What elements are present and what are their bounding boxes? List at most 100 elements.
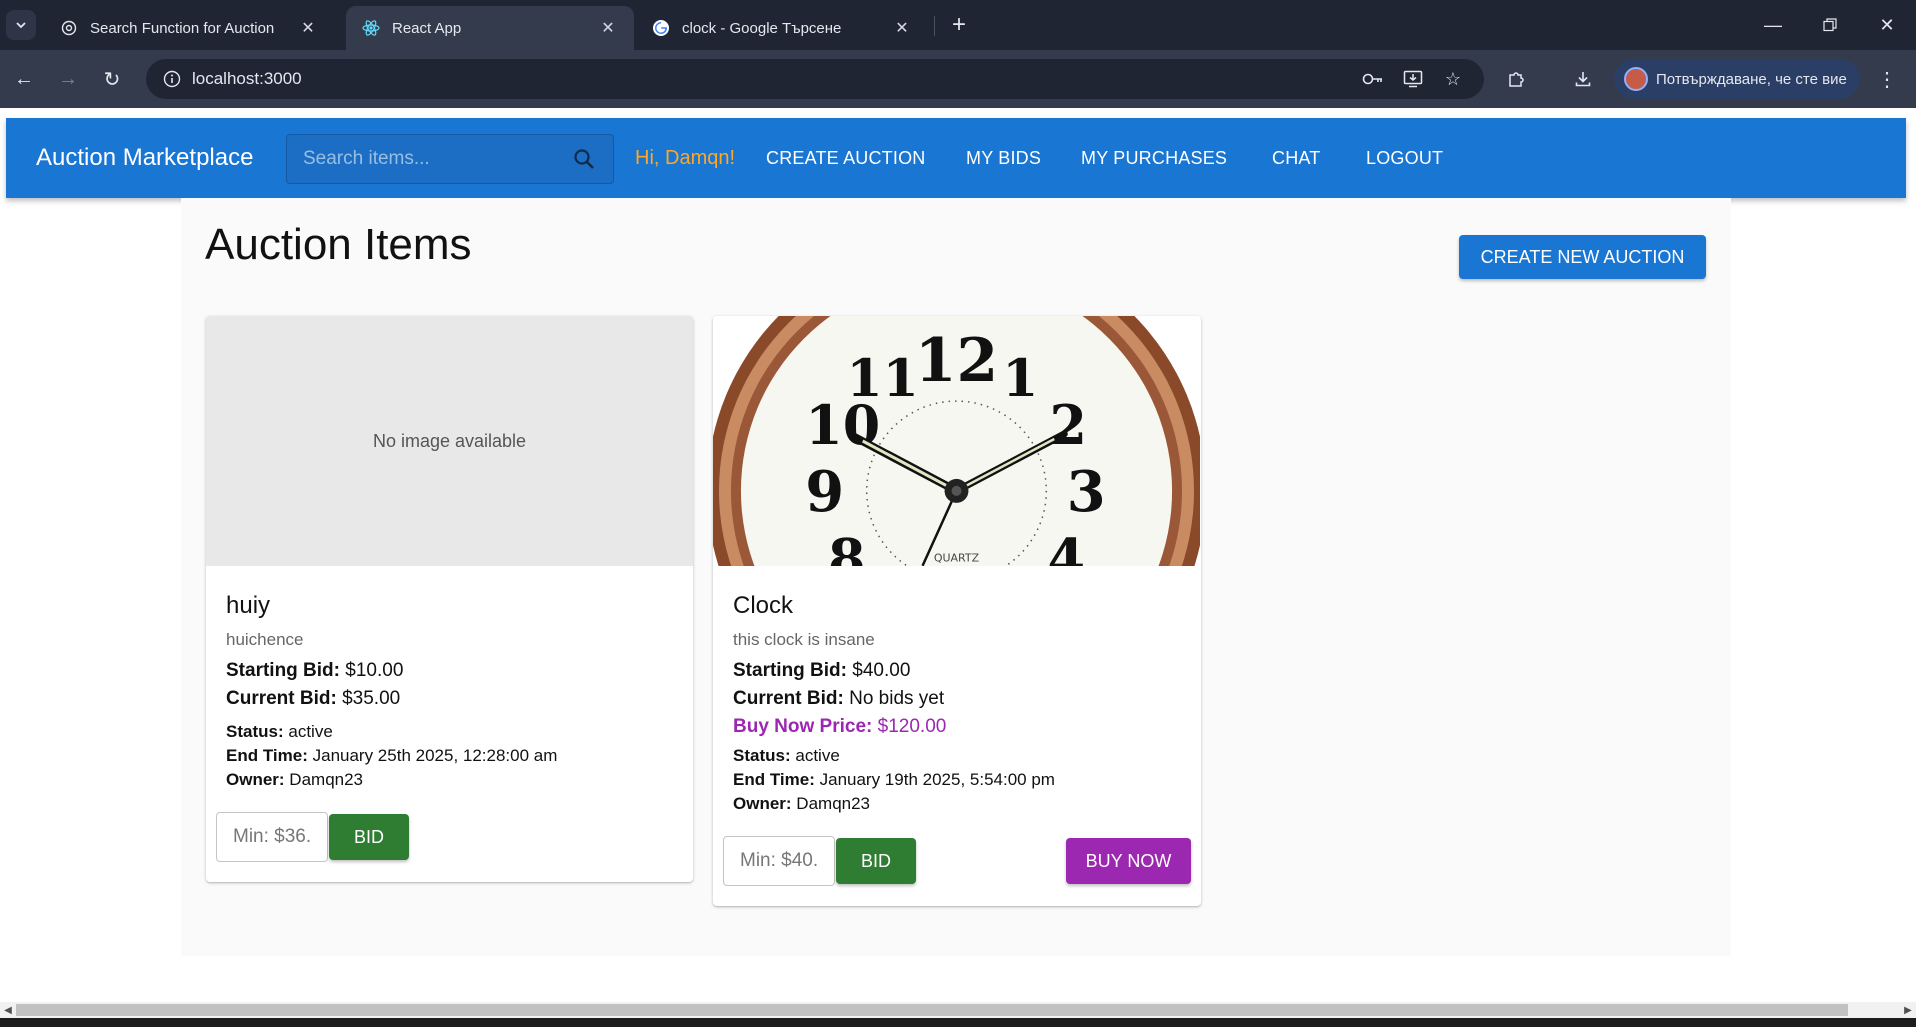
close-icon[interactable]: ✕ — [892, 18, 912, 38]
buy-now-button[interactable]: BUY NOW — [1066, 838, 1191, 884]
react-icon — [362, 19, 380, 37]
search-icon[interactable] — [571, 146, 597, 172]
tab-search-function[interactable]: Search Function for Auction ✕ — [44, 6, 334, 50]
openai-icon — [60, 19, 78, 37]
close-icon[interactable]: ✕ — [598, 18, 618, 38]
user-greeting: Hi, Damqn! — [635, 146, 736, 169]
clock-numeral-9: 9 — [805, 460, 844, 525]
buy-now-label: Buy Now Price: — [733, 716, 873, 737]
nav-my-purchases[interactable]: MY PURCHASES — [1081, 118, 1227, 198]
owner-label: Owner: — [733, 794, 792, 813]
tab-google-clock[interactable]: clock - Google Търсене ✕ — [636, 6, 928, 50]
create-new-auction-button[interactable]: CREATE NEW AUCTION — [1459, 235, 1706, 279]
nav-logout[interactable]: LOGOUT — [1366, 118, 1443, 198]
profile-label: Потвърждаване, че сте вие — [1656, 70, 1847, 88]
horizontal-scrollbar[interactable]: ◀ ▶ — [0, 1002, 1916, 1018]
extensions-puzzle-icon[interactable] — [1502, 64, 1532, 94]
item-name: Clock — [733, 592, 794, 619]
address-bar[interactable]: localhost:3000 ☆ — [146, 59, 1484, 99]
bid-amount-input[interactable] — [216, 812, 328, 862]
clock-numeral-8: 8 — [828, 527, 866, 566]
scroll-left-icon[interactable]: ◀ — [0, 1002, 16, 1018]
buy-now-price: $120.00 — [877, 716, 947, 737]
window-close-icon[interactable]: ✕ — [1858, 0, 1916, 50]
minimize-icon[interactable]: — — [1744, 0, 1802, 50]
password-key-icon[interactable] — [1360, 66, 1386, 92]
avatar — [1624, 67, 1648, 91]
clock-numeral-11: 11 — [847, 348, 919, 409]
tab-title: React App — [392, 19, 462, 37]
bid-amount-input[interactable] — [723, 836, 835, 886]
install-app-icon[interactable] — [1400, 66, 1426, 92]
end-time-label: End Time: — [226, 746, 308, 765]
bid-button[interactable]: BID — [836, 838, 916, 884]
starting-bid-label: Starting Bid: — [226, 660, 340, 681]
browser-toolbar: ← → ↻ localhost:3000 ☆ Потвърждаване, че… — [0, 50, 1916, 108]
bookmark-star-icon[interactable]: ☆ — [1440, 66, 1466, 92]
no-image-placeholder: No image available — [206, 316, 693, 566]
nav-chat[interactable]: CHAT — [1272, 118, 1320, 198]
current-bid-label: Current Bid: — [733, 688, 844, 709]
starting-bid-value: $40.00 — [852, 660, 911, 681]
google-icon — [652, 19, 670, 37]
nav-create-auction[interactable]: CREATE AUCTION — [766, 118, 925, 198]
tab-search-button[interactable] — [6, 10, 36, 40]
end-time-value: January 25th 2025, 12:28:00 am — [312, 746, 558, 765]
clock-numeral-2: 2 — [1050, 393, 1088, 457]
profile-button[interactable]: Потвърждаване, че сте вие — [1614, 59, 1860, 99]
nav-my-bids[interactable]: MY BIDS — [966, 118, 1041, 198]
scroll-right-icon[interactable]: ▶ — [1900, 1002, 1916, 1018]
clock-image: 12 1 2 3 4 8 9 10 11 QUARTZ — [713, 316, 1200, 566]
browser-tabstrip: Search Function for Auction ✕ React App … — [0, 0, 1916, 50]
current-bid-value: $35.00 — [342, 688, 401, 709]
current-bid-value: No bids yet — [849, 688, 945, 709]
item-description: this clock is insane — [733, 630, 875, 649]
tab-react-app[interactable]: React App ✕ — [346, 6, 634, 50]
tab-title: clock - Google Търсене — [682, 19, 842, 37]
clock-numeral-12: 12 — [915, 326, 998, 396]
search-input[interactable] — [303, 148, 571, 170]
owner-value: Damqn23 — [796, 794, 871, 813]
page-viewport: Auction Marketplace Hi, Damqn! CREATE AU… — [0, 108, 1916, 1002]
status-label: Status: — [226, 722, 284, 741]
browser-menu-icon[interactable]: ⋮ — [1872, 64, 1902, 94]
page-title: Auction Items — [205, 220, 472, 269]
item-description: huichence — [226, 630, 304, 649]
download-icon[interactable] — [1568, 64, 1598, 94]
taskbar-edge — [0, 1018, 1916, 1027]
url-text: localhost:3000 — [192, 69, 302, 88]
reload-icon[interactable]: ↻ — [96, 63, 128, 95]
clock-brand: QUARTZ — [934, 552, 980, 565]
scrollbar-thumb[interactable] — [16, 1004, 1848, 1016]
clock-numeral-3: 3 — [1067, 460, 1106, 525]
brand-title[interactable]: Auction Marketplace — [36, 118, 253, 198]
status-value: active — [288, 722, 333, 741]
clock-numeral-1: 1 — [1002, 348, 1038, 409]
app-header: Auction Marketplace Hi, Damqn! CREATE AU… — [6, 118, 1906, 198]
item-name: huiy — [226, 592, 271, 619]
owner-label: Owner: — [226, 770, 285, 789]
site-info-icon[interactable] — [152, 70, 192, 88]
search-box — [286, 134, 614, 184]
clock-numeral-4: 4 — [1048, 527, 1086, 566]
main-content: Auction Items CREATE NEW AUCTION No imag… — [181, 198, 1731, 956]
current-bid-label: Current Bid: — [226, 688, 337, 709]
tab-divider — [934, 16, 935, 36]
restore-icon[interactable] — [1801, 0, 1859, 50]
close-icon[interactable]: ✕ — [298, 18, 318, 38]
owner-value: Damqn23 — [289, 770, 364, 789]
starting-bid-label: Starting Bid: — [733, 660, 847, 681]
starting-bid-value: $10.00 — [345, 660, 404, 681]
status-value: active — [795, 746, 840, 765]
auction-card: No image available huiy huichence Starti… — [206, 316, 693, 882]
new-tab-plus-icon[interactable]: + — [944, 10, 974, 40]
status-label: Status: — [733, 746, 791, 765]
no-image-text: No image available — [372, 430, 527, 451]
item-image[interactable]: 12 1 2 3 4 8 9 10 11 QUARTZ — [713, 316, 1200, 566]
auction-card: 12 1 2 3 4 8 9 10 11 QUARTZ Clock this c… — [713, 316, 1201, 906]
tab-title: Search Function for Auction — [90, 19, 275, 37]
back-arrow-icon[interactable]: ← — [8, 63, 40, 95]
end-time-value: January 19th 2025, 5:54:00 pm — [819, 770, 1055, 789]
forward-arrow-icon[interactable]: → — [52, 63, 84, 95]
bid-button[interactable]: BID — [329, 814, 409, 860]
